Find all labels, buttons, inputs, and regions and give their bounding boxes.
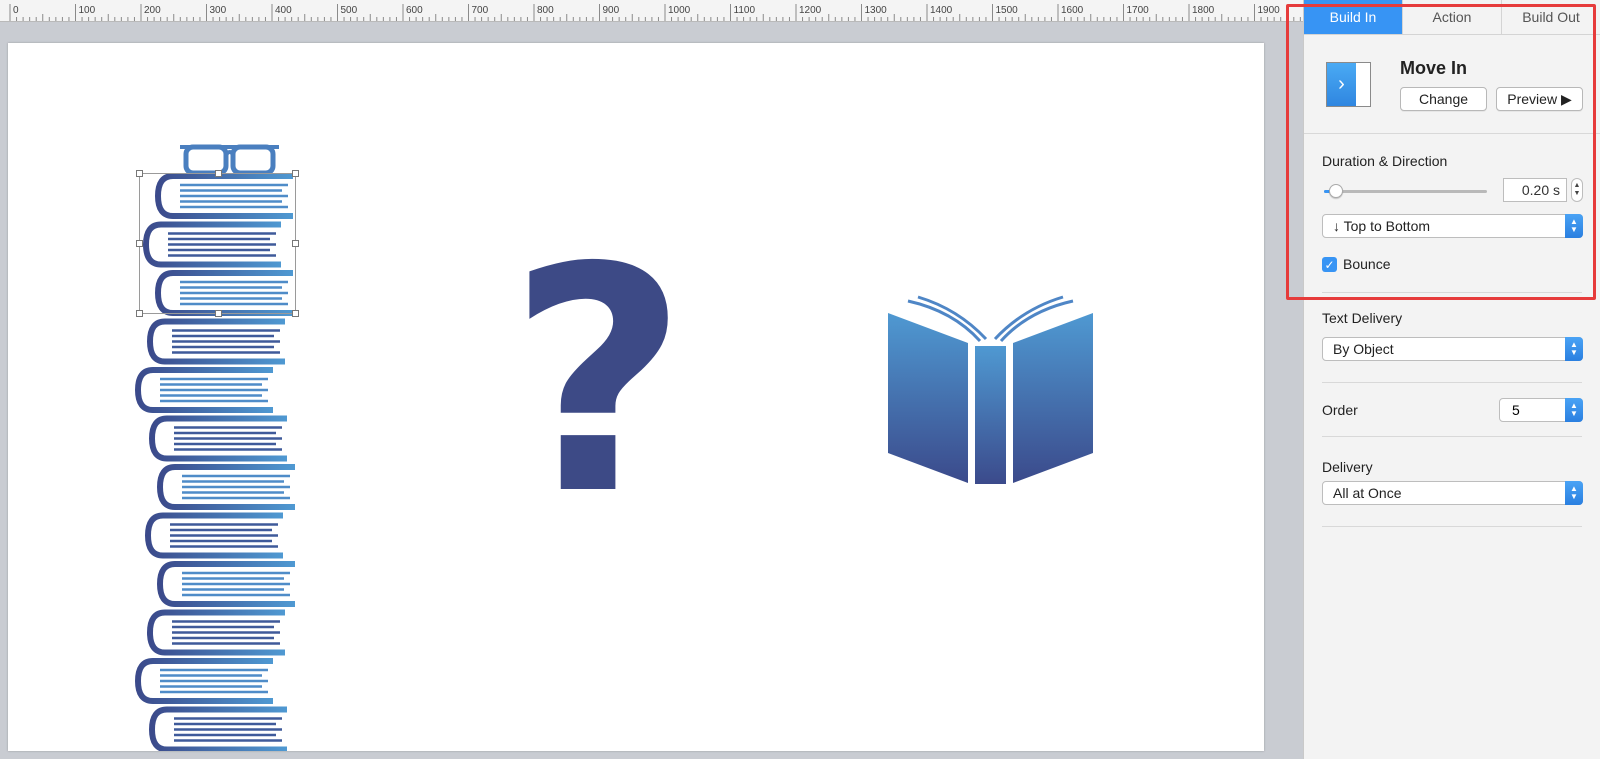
text-delivery-label: Text Delivery <box>1322 310 1403 326</box>
select-arrows-icon: ▲ ▼ <box>1565 337 1583 361</box>
ruler-label: 0 <box>13 5 19 16</box>
book-spine <box>146 609 285 656</box>
resize-handle[interactable] <box>215 170 222 177</box>
order-select[interactable]: 5 ▲ ▼ <box>1499 398 1583 422</box>
ruler-label: 1500 <box>995 5 1018 16</box>
divider <box>1322 436 1582 437</box>
ruler-label: 1100 <box>733 5 756 16</box>
preview-button[interactable]: Preview ▶ <box>1496 87 1583 111</box>
book-spine <box>146 318 285 365</box>
duration-input[interactable]: 0.20 s <box>1503 178 1567 202</box>
duration-stepper[interactable]: ▲ ▼ <box>1571 178 1583 202</box>
delivery-select[interactable]: All at Once ▲ ▼ <box>1322 481 1583 505</box>
select-arrows-icon: ▲ ▼ <box>1565 214 1583 238</box>
open-book-icon[interactable] <box>888 295 1093 484</box>
ruler-ticks <box>9 4 1301 21</box>
effect-section: › Move In Change Preview ▶ <box>1304 35 1600 134</box>
bounce-label: Bounce <box>1343 256 1391 272</box>
direction-value: ↓ Top to Bottom <box>1333 218 1431 234</box>
resize-handle[interactable] <box>292 240 299 247</box>
stepper-up-icon[interactable]: ▲ <box>1574 182 1581 190</box>
divider <box>1322 382 1582 383</box>
resize-handle[interactable] <box>292 310 299 317</box>
slide-canvas[interactable]: ? <box>8 43 1264 751</box>
resize-handle[interactable] <box>136 240 143 247</box>
ruler-label: 1600 <box>1061 5 1084 16</box>
divider <box>1322 292 1582 293</box>
ruler-label: 900 <box>602 5 620 16</box>
horizontal-ruler: 0 100 200 300 400 500 600 700 800 900 1000 1100 1200… <box>0 0 1303 22</box>
tab-build-in[interactable]: Build In <box>1304 0 1403 34</box>
order-value: 5 <box>1512 402 1520 418</box>
resize-handle[interactable] <box>215 310 222 317</box>
resize-handle[interactable] <box>292 170 299 177</box>
ruler-label: 1000 <box>668 5 691 16</box>
divider <box>1322 526 1582 527</box>
ruler-label: 1400 <box>930 5 953 16</box>
ruler-label: 1900 <box>1257 5 1280 16</box>
ruler-label: 700 <box>471 5 489 16</box>
ruler-label: 1800 <box>1192 5 1215 16</box>
resize-handle[interactable] <box>136 170 143 177</box>
book-spine <box>134 658 273 704</box>
bounce-checkbox[interactable]: ✓ <box>1322 257 1337 272</box>
tab-build-out[interactable]: Build Out <box>1502 0 1600 34</box>
ruler-label: 800 <box>537 5 554 16</box>
resize-handle[interactable] <box>136 310 143 317</box>
ruler-label: 1300 <box>864 5 887 16</box>
ruler-label: 100 <box>78 5 96 16</box>
ruler-label: 1700 <box>1126 5 1149 16</box>
ruler-label: 300 <box>209 5 227 16</box>
delivery-label: Delivery <box>1322 459 1373 475</box>
slide-graphics: ? <box>134 144 1093 751</box>
effect-thumbnail[interactable]: › <box>1326 62 1371 107</box>
text-delivery-value: By Object <box>1333 341 1394 357</box>
tab-action[interactable]: Action <box>1403 0 1502 34</box>
change-button[interactable]: Change <box>1400 87 1487 111</box>
book-spine <box>144 512 283 559</box>
delivery-value: All at Once <box>1333 485 1402 501</box>
book-spine <box>134 367 273 413</box>
chevron-right-icon: › <box>1327 63 1356 106</box>
book-spine <box>148 706 287 751</box>
stepper-down-icon[interactable]: ▼ <box>1574 190 1581 198</box>
direction-select[interactable]: ↓ Top to Bottom ▲ ▼ <box>1322 214 1583 238</box>
select-arrows-icon: ▲ ▼ <box>1565 398 1583 422</box>
ruler-label: 400 <box>275 5 292 16</box>
duration-slider-knob[interactable] <box>1329 184 1344 198</box>
book-spine <box>156 464 295 510</box>
question-mark-shape[interactable]: ? <box>508 202 688 563</box>
ruler-label: 600 <box>406 5 423 16</box>
ruler-label: 200 <box>144 5 161 16</box>
duration-slider-track[interactable] <box>1324 190 1487 193</box>
book-spine <box>156 561 295 607</box>
ruler-label: 1200 <box>799 5 822 16</box>
order-label: Order <box>1322 402 1358 418</box>
book-spine <box>148 415 287 462</box>
animate-inspector: Build In Action Build Out › Move In Chan… <box>1303 0 1600 759</box>
checkmark-icon: ✓ <box>1324 257 1335 272</box>
ruler-label: 500 <box>340 5 358 16</box>
selection-box[interactable] <box>136 170 299 317</box>
duration-direction-label: Duration & Direction <box>1322 153 1448 169</box>
inspector-tabs: Build In Action Build Out <box>1304 0 1600 35</box>
effect-title: Move In <box>1400 58 1468 78</box>
select-arrows-icon: ▲ ▼ <box>1565 481 1583 505</box>
text-delivery-select[interactable]: By Object ▲ ▼ <box>1322 337 1583 361</box>
glasses-icon[interactable] <box>180 144 279 176</box>
